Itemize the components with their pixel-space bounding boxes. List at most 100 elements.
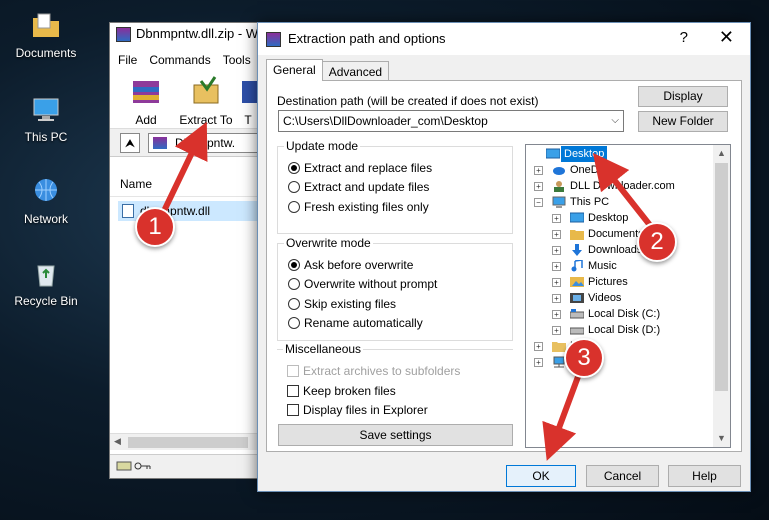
radio-overwrite-without-prompt[interactable]: Overwrite without prompt bbox=[288, 275, 437, 293]
display-button[interactable]: Display bbox=[638, 86, 728, 107]
pictures-icon bbox=[570, 277, 584, 287]
dialog-title-bar[interactable]: Extraction path and options ? ✕ bbox=[258, 23, 750, 55]
radio-label: Extract and update files bbox=[304, 180, 430, 194]
menu-file[interactable]: File bbox=[118, 53, 137, 67]
address-field[interactable]: Dbnmpntw. bbox=[148, 133, 268, 153]
scroll-thumb[interactable] bbox=[715, 163, 728, 391]
archive-icon bbox=[153, 137, 167, 149]
address-text: Dbnmpntw. bbox=[175, 136, 236, 150]
help-icon[interactable]: ? bbox=[680, 29, 688, 46]
tab-advanced[interactable]: Advanced bbox=[321, 61, 390, 81]
expand-icon[interactable]: + bbox=[552, 310, 561, 319]
update-mode-group: Update mode Extract and replace files Ex… bbox=[277, 139, 513, 234]
radio-extract-replace[interactable]: Extract and replace files bbox=[288, 159, 432, 177]
scroll-down-icon[interactable]: ▼ bbox=[713, 430, 730, 447]
up-arrow-icon: ⮝ bbox=[124, 136, 136, 150]
desktop-icon-this-pc[interactable]: This PC bbox=[10, 94, 82, 144]
radio-button[interactable] bbox=[288, 298, 300, 310]
computer-icon bbox=[33, 98, 59, 121]
expand-icon[interactable]: + bbox=[534, 166, 543, 175]
column-header-name[interactable]: Name bbox=[110, 173, 268, 197]
checkbox-keep-broken[interactable]: Keep broken files bbox=[287, 382, 396, 400]
tab-general[interactable]: General bbox=[266, 59, 323, 81]
new-folder-button[interactable]: New Folder bbox=[638, 111, 728, 132]
radio-label: Ask before overwrite bbox=[304, 258, 414, 272]
extract-to-button[interactable]: Extract To bbox=[178, 71, 234, 128]
miscellaneous-group: Miscellaneous Extract archives to subfol… bbox=[277, 342, 513, 434]
save-settings-button[interactable]: Save settings bbox=[278, 424, 513, 446]
add-button[interactable]: Add bbox=[118, 71, 174, 128]
expand-icon[interactable]: + bbox=[552, 278, 561, 287]
winrar-title-bar[interactable]: Dbnmpntw.dll.zip - W bbox=[110, 23, 268, 49]
desktop-icon-documents[interactable]: Documents bbox=[10, 10, 82, 60]
test-button[interactable]: T bbox=[238, 71, 258, 128]
expand-icon[interactable]: + bbox=[552, 294, 561, 303]
collapse-icon[interactable]: − bbox=[534, 198, 543, 207]
destination-label: Destination path (will be created if doe… bbox=[277, 94, 539, 108]
tree-item-label: Documents bbox=[588, 228, 644, 240]
radio-button[interactable] bbox=[288, 181, 300, 193]
radio-button[interactable] bbox=[288, 201, 300, 213]
winrar-app-icon bbox=[266, 32, 281, 47]
radio-button[interactable] bbox=[288, 259, 300, 271]
close-icon[interactable]: ✕ bbox=[719, 27, 734, 48]
user-icon bbox=[554, 181, 564, 192]
radio-button[interactable] bbox=[288, 162, 300, 174]
checkbox[interactable] bbox=[287, 404, 299, 416]
overwrite-mode-title: Overwrite mode bbox=[284, 236, 373, 250]
dialog-title: Extraction path and options bbox=[288, 31, 446, 46]
checkbox[interactable] bbox=[287, 385, 299, 397]
radio-label: Overwrite without prompt bbox=[304, 277, 438, 291]
scroll-left-icon[interactable]: ◀ bbox=[114, 436, 121, 447]
expand-icon[interactable]: + bbox=[552, 262, 561, 271]
folder-tree[interactable]: Desktop + OneD + DLL Downloader.com − Th… bbox=[525, 144, 731, 448]
expand-icon[interactable]: + bbox=[534, 182, 543, 191]
computer-icon bbox=[552, 196, 566, 208]
expand-icon[interactable]: + bbox=[552, 246, 561, 255]
extract-to-label: Extract To bbox=[179, 113, 233, 127]
recycle-bin-icon bbox=[37, 265, 55, 287]
documents-folder-icon bbox=[570, 230, 584, 240]
general-panel: Destination path (will be created if doe… bbox=[266, 80, 742, 452]
menu-commands[interactable]: Commands bbox=[149, 53, 210, 67]
drive-icon bbox=[570, 327, 584, 335]
checkbox-display-explorer[interactable]: Display files in Explorer bbox=[287, 401, 428, 419]
scroll-up-icon[interactable]: ▲ bbox=[713, 145, 730, 162]
extraction-dialog: Extraction path and options ? ✕ General … bbox=[257, 22, 751, 492]
scroll-thumb[interactable] bbox=[128, 437, 248, 448]
expand-icon[interactable]: + bbox=[552, 326, 561, 335]
destination-path-input[interactable]: C:\Users\DllDownloader_com\Desktop ⌵ bbox=[278, 110, 624, 132]
desktop-icon-recycle-bin[interactable]: Recycle Bin bbox=[10, 258, 82, 308]
chevron-down-icon[interactable]: ⌵ bbox=[611, 111, 619, 131]
help-button[interactable]: Help bbox=[668, 465, 741, 487]
radio-extract-update[interactable]: Extract and update files bbox=[288, 178, 429, 196]
radio-button[interactable] bbox=[288, 317, 300, 329]
music-icon bbox=[571, 260, 583, 272]
radio-button[interactable] bbox=[288, 278, 300, 290]
up-folder-button[interactable]: ⮝ bbox=[120, 133, 140, 153]
radio-fresh-existing[interactable]: Fresh existing files only bbox=[288, 198, 429, 216]
cancel-button[interactable]: Cancel bbox=[586, 465, 659, 487]
expand-icon[interactable]: + bbox=[552, 230, 561, 239]
miscellaneous-title: Miscellaneous bbox=[283, 342, 364, 356]
checkbox-label: Display files in Explorer bbox=[303, 403, 428, 417]
radio-label: Fresh existing files only bbox=[304, 200, 429, 214]
checkbox-label: Extract archives to subfolders bbox=[303, 364, 461, 378]
tree-item-label: DLL Downloader.com bbox=[570, 180, 675, 192]
file-list: Name dbnmpntw.dll bbox=[110, 173, 268, 453]
horizontal-scrollbar[interactable]: ◀ bbox=[110, 433, 268, 450]
desktop-icon bbox=[570, 212, 584, 223]
desktop-icon-label: Network bbox=[23, 212, 68, 226]
menu-tools[interactable]: Tools bbox=[223, 53, 251, 67]
expand-icon[interactable]: + bbox=[552, 214, 561, 223]
radio-rename-auto[interactable]: Rename automatically bbox=[288, 314, 423, 332]
desktop-icon-network[interactable]: Network bbox=[10, 176, 82, 226]
expand-icon[interactable]: + bbox=[534, 342, 543, 351]
test-icon bbox=[242, 81, 258, 103]
ok-button[interactable]: OK bbox=[506, 465, 576, 487]
radio-ask-before[interactable]: Ask before overwrite bbox=[288, 256, 413, 274]
network-icon bbox=[35, 179, 57, 201]
radio-skip-existing[interactable]: Skip existing files bbox=[288, 295, 396, 313]
expand-icon[interactable]: + bbox=[534, 358, 543, 367]
tree-vertical-scrollbar[interactable]: ▲ ▼ bbox=[713, 145, 730, 447]
